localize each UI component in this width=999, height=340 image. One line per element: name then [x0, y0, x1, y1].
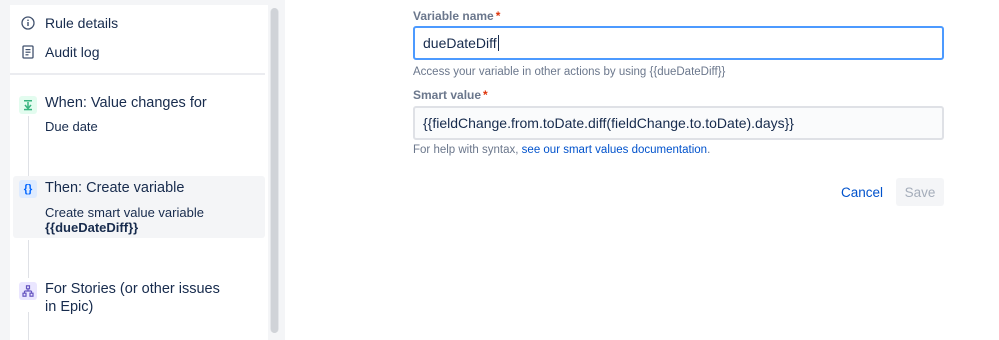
document-icon [20, 44, 36, 60]
rule-sidebar: Rule details Audit log When: Value chang… [0, 0, 285, 340]
input-value: dueDateDiff [423, 35, 497, 51]
sidebar-scrollbar[interactable] [270, 8, 279, 333]
required-mark: * [495, 9, 501, 23]
label-text: Variable name [413, 9, 494, 23]
step-connector [28, 240, 29, 278]
step-subtitle-text: Create smart value variable [45, 205, 204, 220]
input-value: {{fieldChange.from.toDate.diff(fieldChan… [423, 115, 794, 131]
sidebar-item-label: Audit log [45, 44, 100, 60]
text-caret [497, 35, 499, 51]
step-title: Then: Create variable [45, 180, 185, 196]
sidebar-divider [10, 73, 265, 75]
sidebar-item-label: Rule details [45, 15, 119, 31]
step-title-line2: in Epic) [45, 299, 94, 315]
sidebar-item-audit-log[interactable]: Audit log [20, 44, 99, 60]
scrollbar-thumb[interactable] [271, 8, 278, 333]
trigger-icon [19, 96, 37, 114]
smart-value-help: For help with syntax, see our smart valu… [413, 144, 710, 156]
save-button[interactable]: Save [896, 178, 944, 206]
step-title: When: Value changes for [45, 95, 207, 111]
rule-step-create-variable[interactable]: {} Then: Create variable Create smart va… [13, 176, 265, 238]
step-subtitle: Create smart value variable {{dueDateDif… [45, 205, 204, 235]
sidebar-item-rule-details[interactable]: Rule details [20, 15, 118, 31]
help-text: For help with syntax, [413, 144, 519, 156]
step-subtitle: Due date [45, 119, 98, 134]
braces-icon: {} [19, 180, 37, 198]
variable-name-input[interactable]: dueDateDiff [413, 26, 944, 60]
smart-value-label: Smart value * [413, 88, 488, 102]
rule-step-branch[interactable]: For Stories (or other issues in Epic) [13, 278, 265, 318]
step-title: For Stories (or other issues in Epic) [45, 280, 220, 316]
cancel-button[interactable]: Cancel [833, 178, 891, 206]
step-variable-name: {{dueDateDiff}} [45, 220, 139, 235]
variable-name-label: Variable name * [413, 9, 500, 23]
required-mark: * [483, 88, 488, 102]
rule-step-trigger[interactable]: When: Value changes for Due date [13, 88, 265, 148]
smart-value-input[interactable]: {{fieldChange.from.toDate.diff(fieldChan… [413, 106, 944, 140]
help-text-suffix: . [707, 144, 711, 156]
info-icon [20, 15, 36, 31]
step-title-line1: For Stories (or other issues [45, 281, 220, 297]
label-text: Smart value [413, 88, 482, 102]
smart-values-docs-link[interactable]: see our smart values documentation [522, 144, 707, 156]
variable-name-help: Access your variable in other actions by… [413, 66, 726, 78]
branch-icon [19, 282, 37, 300]
rule-editor-page: Rule details Audit log When: Value chang… [0, 0, 999, 340]
